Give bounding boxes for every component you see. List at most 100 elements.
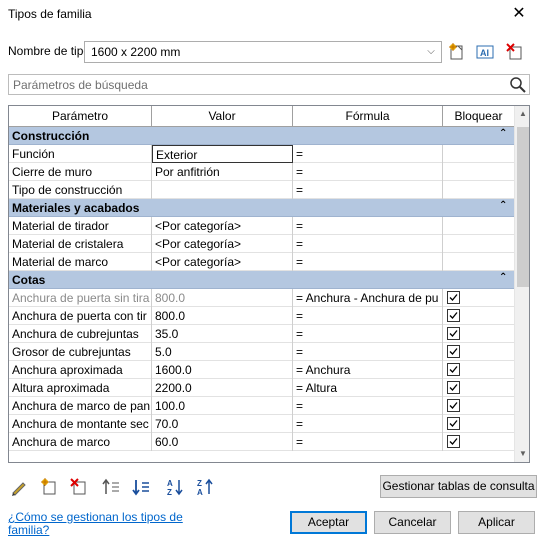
parameter-value-cell[interactable]: 70.0 xyxy=(152,415,293,433)
header-value[interactable]: Valor xyxy=(152,106,293,126)
group-label: Construcción xyxy=(12,129,90,143)
lock-checkbox[interactable] xyxy=(447,399,460,412)
table-row: Material de tirador <Por categoría> = xyxy=(9,217,514,235)
manage-lookup-tables-button[interactable]: Gestionar tablas de consulta xyxy=(380,475,537,498)
parameter-formula-cell[interactable]: = xyxy=(293,397,443,415)
parameter-name-cell: Función xyxy=(9,145,152,163)
header-lock[interactable]: Bloquear xyxy=(443,106,514,126)
parameter-lock-cell xyxy=(443,253,514,271)
parameter-lock-cell xyxy=(443,379,514,397)
parameter-name-cell: Altura aproximada xyxy=(9,379,152,397)
apply-button[interactable]: Aplicar xyxy=(458,511,535,534)
parameter-formula-cell[interactable]: = Anchura xyxy=(293,361,443,379)
parameter-formula-cell[interactable]: = xyxy=(293,235,443,253)
collapse-chevron-icon[interactable]: ⌃ xyxy=(499,272,507,283)
help-link[interactable]: ¿Cómo se gestionan los tipos de familia? xyxy=(8,511,198,537)
parameter-value-cell[interactable]: 1600.0 xyxy=(152,361,293,379)
header-parameter[interactable]: Parámetro xyxy=(9,106,152,126)
collapse-chevron-icon[interactable]: ⌃ xyxy=(499,128,507,139)
parameter-value-cell[interactable]: 100.0 xyxy=(152,397,293,415)
new-type-icon[interactable] xyxy=(446,41,468,63)
move-up-icon[interactable] xyxy=(100,476,122,498)
search-icon[interactable] xyxy=(509,76,527,94)
rename-type-icon[interactable]: AI xyxy=(474,41,496,63)
type-name-dropdown[interactable]: 1600 x 2200 mm ⌵ xyxy=(84,41,442,63)
parameter-value-cell[interactable]: 5.0 xyxy=(152,343,293,361)
parameter-lock-cell xyxy=(443,343,514,361)
svg-text:Z: Z xyxy=(167,488,172,497)
lock-checkbox[interactable] xyxy=(447,435,460,448)
parameter-value-cell: 800.0 xyxy=(152,289,293,307)
lock-checkbox[interactable] xyxy=(447,291,460,304)
parameter-formula-cell[interactable]: = xyxy=(293,343,443,361)
parameter-value-cell[interactable]: <Por categoría> xyxy=(152,235,293,253)
delete-type-icon[interactable] xyxy=(504,41,526,63)
group-header-row[interactable]: Cotas ⌃ xyxy=(9,271,514,289)
parameter-name-cell: Anchura de puerta sin tira xyxy=(9,289,152,307)
parameter-value-cell[interactable]: 35.0 xyxy=(152,325,293,343)
parameter-formula-cell[interactable]: = xyxy=(293,325,443,343)
collapse-chevron-icon[interactable]: ⌃ xyxy=(499,200,507,211)
parameter-formula-cell[interactable]: = xyxy=(293,163,443,181)
new-parameter-icon[interactable] xyxy=(38,476,60,498)
parameter-name-cell: Cierre de muro xyxy=(9,163,152,181)
parameter-name-cell: Anchura de marco xyxy=(9,433,152,451)
delete-parameter-icon[interactable] xyxy=(68,476,90,498)
table-row: Anchura de puerta sin tira 800.0 = Anchura… xyxy=(9,289,514,307)
table-row: Material de cristalera <Por categoría> = xyxy=(9,235,514,253)
parameter-value-cell[interactable]: Exterior xyxy=(152,145,293,163)
group-header-row[interactable]: Materiales y acabados ⌃ xyxy=(9,199,514,217)
edit-pencil-icon[interactable] xyxy=(8,476,30,498)
parameter-formula-cell[interactable]: = xyxy=(293,145,443,163)
group-label: Cotas xyxy=(12,273,46,287)
parameter-value-cell[interactable] xyxy=(152,181,293,199)
table-body: Construcción ⌃ Función Exterior = Cierre de m… xyxy=(9,127,514,451)
parameter-formula-cell[interactable]: = Altura xyxy=(293,379,443,397)
sort-ascending-icon[interactable]: AZ xyxy=(164,476,186,498)
lock-checkbox[interactable] xyxy=(447,363,460,376)
scrollbar-thumb[interactable] xyxy=(517,127,529,287)
parameter-name-cell: Material de cristalera xyxy=(9,235,152,253)
parameter-value-cell[interactable]: 2200.0 xyxy=(152,379,293,397)
sort-descending-icon[interactable]: ZA xyxy=(194,476,216,498)
lock-checkbox[interactable] xyxy=(447,345,460,358)
parameter-lock-cell xyxy=(443,307,514,325)
lock-checkbox[interactable] xyxy=(447,381,460,394)
parameter-formula-cell[interactable]: = xyxy=(293,433,443,451)
cancel-button[interactable]: Cancelar xyxy=(374,511,451,534)
move-down-icon[interactable] xyxy=(130,476,152,498)
table-row: Tipo de construcción = xyxy=(9,181,514,199)
parameter-value-cell[interactable]: 60.0 xyxy=(152,433,293,451)
header-formula[interactable]: Fórmula xyxy=(293,106,443,126)
parameter-value-cell[interactable]: 800.0 xyxy=(152,307,293,325)
parameter-value-cell[interactable]: <Por categoría> xyxy=(152,217,293,235)
parameter-formula-cell[interactable]: = xyxy=(293,217,443,235)
table-row: Función Exterior = xyxy=(9,145,514,163)
group-label: Materiales y acabados xyxy=(12,201,140,215)
group-header-row[interactable]: Construcción ⌃ xyxy=(9,127,514,145)
parameter-formula-cell[interactable]: = xyxy=(293,253,443,271)
parameter-lock-cell xyxy=(443,325,514,343)
parameter-formula-cell[interactable]: = Anchura - Anchura de pu xyxy=(293,289,443,307)
close-icon[interactable]: ✕ xyxy=(505,3,533,25)
svg-text:A: A xyxy=(167,479,173,488)
parameter-value-cell[interactable]: <Por categoría> xyxy=(152,253,293,271)
scroll-up-icon[interactable]: ▲ xyxy=(515,106,529,122)
lock-checkbox[interactable] xyxy=(447,327,460,340)
ok-button[interactable]: Aceptar xyxy=(290,511,367,534)
scroll-down-icon[interactable]: ▼ xyxy=(515,446,529,462)
parameter-value-cell[interactable]: Por anfitrión xyxy=(152,163,293,181)
parameter-lock-cell xyxy=(443,361,514,379)
parameter-lock-cell xyxy=(443,235,514,253)
parameter-name-cell: Anchura de montante sec xyxy=(9,415,152,433)
parameter-formula-cell[interactable]: = xyxy=(293,415,443,433)
svg-text:A: A xyxy=(197,488,203,497)
parameter-name-cell: Anchura de puerta con tir xyxy=(9,307,152,325)
parameter-formula-cell[interactable]: = xyxy=(293,307,443,325)
search-input[interactable] xyxy=(9,75,499,94)
table-row: Anchura de marco 60.0 = xyxy=(9,433,514,451)
lock-checkbox[interactable] xyxy=(447,417,460,430)
vertical-scrollbar[interactable]: ▲ ▼ xyxy=(514,106,529,462)
parameter-formula-cell[interactable]: = xyxy=(293,181,443,199)
lock-checkbox[interactable] xyxy=(447,309,460,322)
